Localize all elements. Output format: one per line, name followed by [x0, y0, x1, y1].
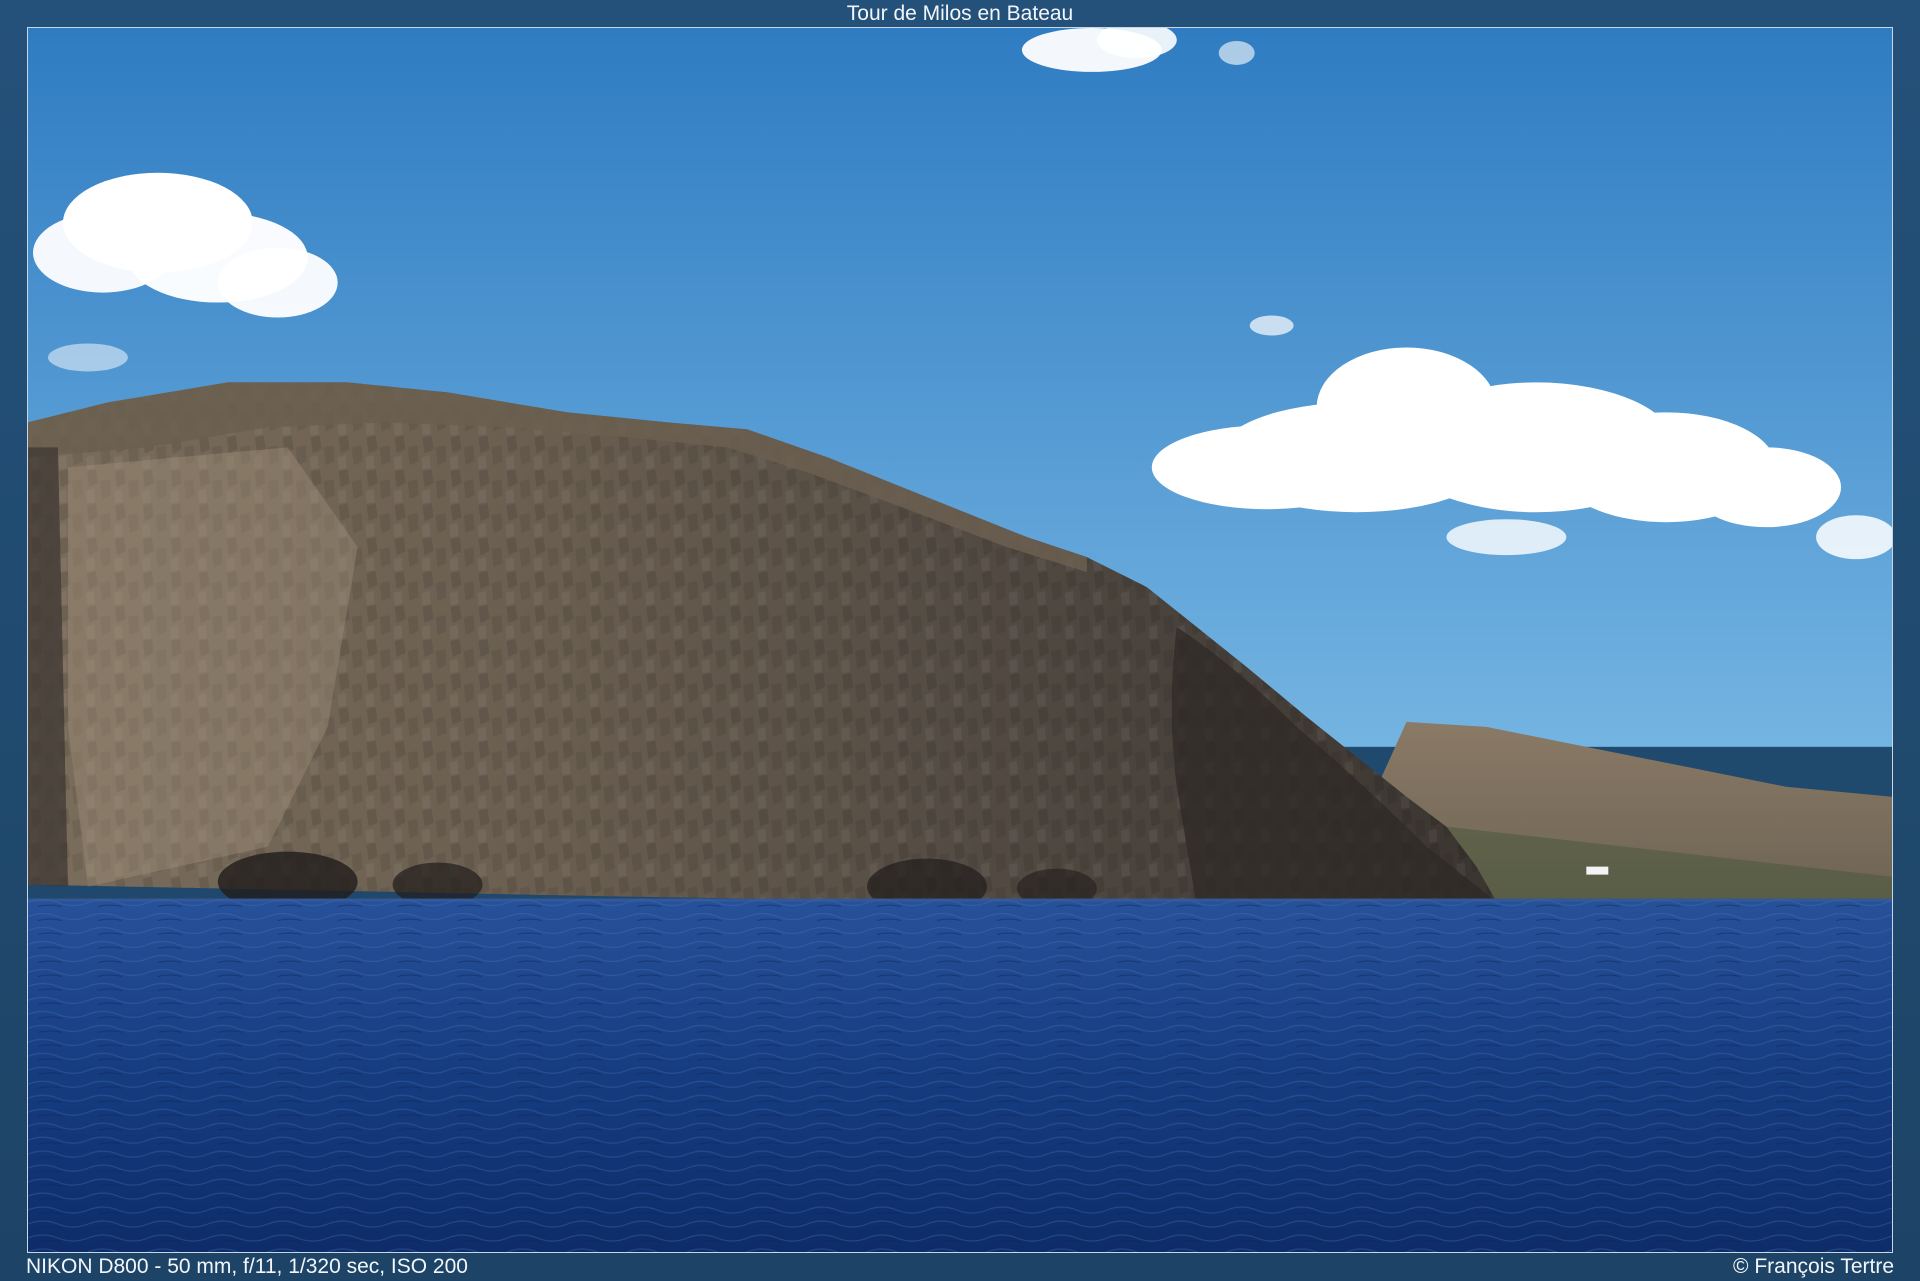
photo-image [27, 27, 1893, 1253]
photo-viewer: Tour de Milos en Bateau NIKON D800 - 50 … [0, 0, 1920, 1281]
seascape-photo [28, 28, 1892, 1252]
photo-credit: © François Tertre [1733, 1255, 1894, 1278]
camera-info: NIKON D800 - 50 mm, f/11, 1/320 sec, ISO… [26, 1255, 468, 1278]
photo-title: Tour de Milos en Bateau [846, 2, 1074, 25]
